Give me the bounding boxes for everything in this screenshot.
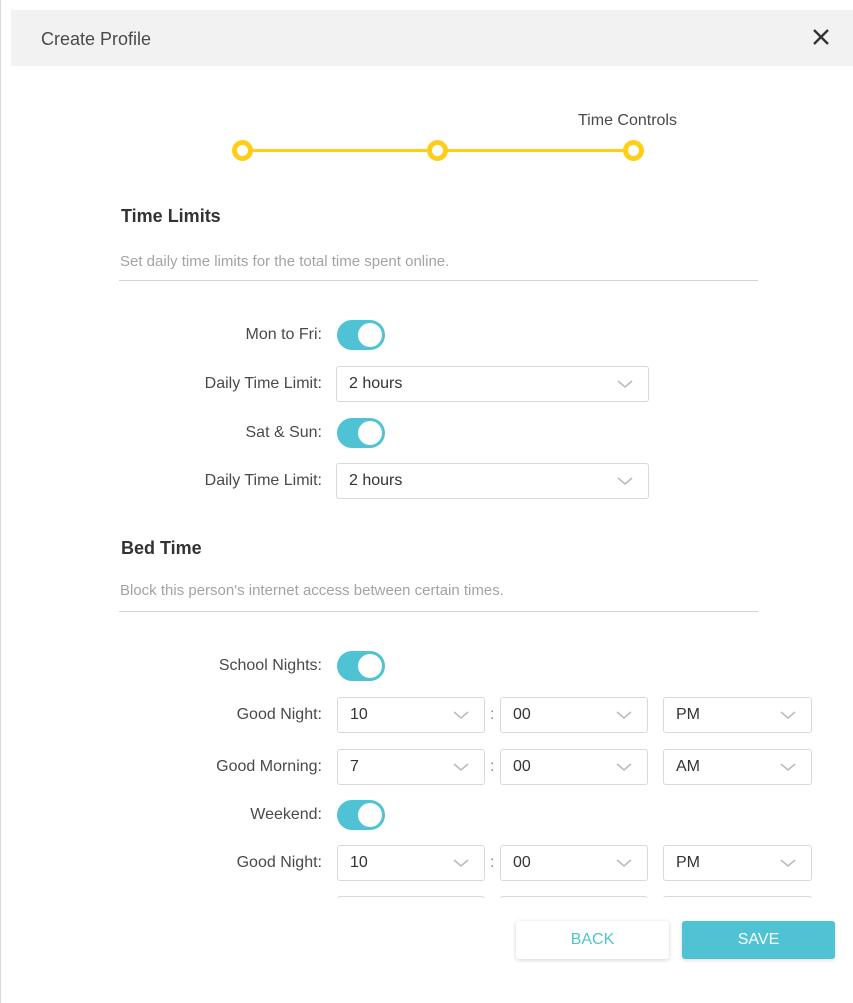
weekend-limit-label: Daily Time Limit:	[204, 472, 322, 489]
step-dot-3	[623, 140, 644, 161]
minute-value: 00	[513, 706, 531, 723]
weekend-good-morning-minute-select[interactable]	[500, 896, 648, 898]
toggle-knob	[358, 323, 382, 347]
bed-time-divider	[119, 611, 758, 612]
school-good-night-period-select[interactable]: PM	[663, 697, 812, 733]
weekend-toggle[interactable]	[337, 800, 385, 830]
chevron-down-icon	[780, 859, 796, 868]
toggle-knob	[358, 803, 382, 827]
step-connector-2	[444, 149, 626, 152]
hour-value: 10	[350, 854, 368, 871]
weekend-limit-select[interactable]: 2 hours	[336, 463, 649, 499]
weekend-good-night-period-select[interactable]: PM	[663, 845, 812, 881]
weekday-limit-value: 2 hours	[349, 375, 403, 392]
toggle-knob	[358, 421, 382, 445]
school-good-night-hour-select[interactable]: 10	[337, 697, 485, 733]
progress-stepper: Time Controls	[226, 110, 677, 170]
hour-value: 10	[350, 706, 368, 723]
sat-sun-toggle[interactable]	[337, 418, 385, 448]
step-dot-1	[232, 140, 253, 161]
chevron-down-icon	[453, 711, 469, 720]
school-good-morning-period-select[interactable]: AM	[663, 749, 812, 785]
time-limits-title: Time Limits	[121, 206, 221, 226]
mon-fri-label: Mon to Fri:	[245, 326, 322, 343]
time-separator: :	[490, 758, 495, 775]
weekend-good-night-minute-select[interactable]: 00	[500, 845, 648, 881]
weekday-limit-select[interactable]: 2 hours	[336, 366, 649, 402]
school-good-morning-hour-select[interactable]: 7	[337, 749, 485, 785]
weekend-label: Weekend:	[250, 806, 322, 823]
minute-value: 00	[513, 758, 531, 775]
mon-fri-toggle[interactable]	[337, 320, 385, 350]
weekend-good-morning-hour-select[interactable]	[337, 896, 485, 898]
chevron-down-icon	[453, 763, 469, 772]
weekend-limit-value: 2 hours	[349, 472, 403, 489]
school-nights-toggle[interactable]	[337, 651, 385, 681]
hour-value: 7	[350, 758, 359, 775]
period-value: PM	[676, 706, 700, 723]
time-limits-divider	[119, 280, 758, 281]
chevron-down-icon	[616, 711, 632, 720]
back-button[interactable]: BACK	[516, 921, 669, 959]
sat-sun-label: Sat & Sun:	[245, 424, 323, 441]
school-good-night-minute-select[interactable]: 00	[500, 697, 648, 733]
period-value: AM	[676, 758, 700, 775]
bed-time-title: Bed Time	[121, 538, 202, 558]
school-nights-label: School Nights:	[218, 657, 322, 674]
step-connector-1	[242, 149, 428, 152]
bed-time-description: Block this person's internet access betw…	[120, 582, 504, 599]
create-profile-dialog: Create Profile Time Controls Time Limits…	[0, 0, 853, 1003]
step-dot-2	[427, 140, 448, 161]
weekend-good-morning-period-select[interactable]	[663, 896, 812, 898]
time-limits-description: Set daily time limits for the total time…	[120, 253, 450, 270]
chevron-down-icon	[616, 859, 632, 868]
school-good-night-label: Good Night:	[236, 706, 322, 723]
save-button[interactable]: SAVE	[682, 921, 835, 959]
weekday-limit-label: Daily Time Limit:	[204, 375, 322, 392]
minute-value: 00	[513, 854, 531, 871]
weekend-good-night-hour-select[interactable]: 10	[337, 845, 485, 881]
time-separator: :	[490, 706, 495, 723]
chevron-down-icon	[617, 477, 633, 486]
weekend-good-night-label: Good Night:	[236, 854, 322, 871]
chevron-down-icon	[453, 859, 469, 868]
period-value: PM	[676, 854, 700, 871]
chevron-down-icon	[617, 380, 633, 389]
toggle-knob	[358, 654, 382, 678]
chevron-down-icon	[616, 763, 632, 772]
chevron-down-icon	[780, 711, 796, 720]
school-good-morning-label: Good Morning:	[216, 758, 322, 775]
scroll-content[interactable]: Time Controls Time Limits Set daily time…	[1, 0, 853, 898]
school-good-morning-minute-select[interactable]: 00	[500, 749, 648, 785]
time-separator: :	[490, 854, 495, 871]
current-step-label: Time Controls	[578, 112, 677, 129]
chevron-down-icon	[780, 763, 796, 772]
